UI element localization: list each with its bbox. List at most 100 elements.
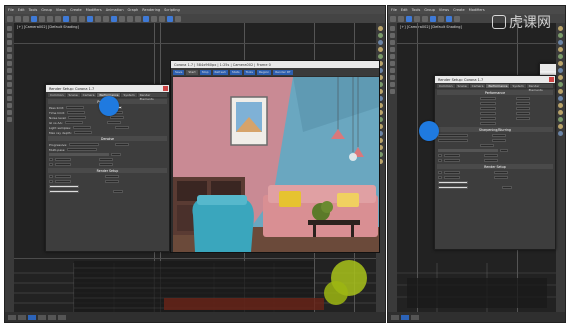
tool-icon[interactable] [558, 68, 563, 73]
browse-button[interactable] [111, 152, 121, 157]
number-field[interactable] [494, 170, 508, 175]
number-field[interactable] [516, 101, 530, 106]
section-header[interactable]: Sharpening/Blurring [437, 127, 553, 132]
select-icon[interactable] [406, 15, 412, 22]
menu-item[interactable]: Group [41, 8, 52, 12]
tool-icon[interactable] [390, 54, 395, 59]
checkbox[interactable] [438, 158, 442, 163]
tool-icon[interactable] [151, 15, 157, 22]
vfb-button[interactable]: Stop [199, 69, 211, 75]
number-field[interactable] [64, 120, 83, 125]
number-field[interactable] [444, 153, 460, 158]
tool-icon[interactable] [390, 89, 395, 94]
tab-scene[interactable]: Scene [66, 93, 80, 97]
vfb-button[interactable]: Render RT [273, 69, 293, 75]
number-field[interactable] [492, 138, 506, 143]
number-field[interactable] [516, 106, 530, 111]
number-field[interactable] [480, 143, 494, 148]
close-icon[interactable] [549, 77, 554, 82]
number-field[interactable] [480, 96, 496, 101]
render-setup-icon[interactable] [446, 15, 452, 22]
tool-icon[interactable] [7, 103, 12, 108]
number-field[interactable] [444, 175, 460, 180]
checkbox[interactable] [49, 179, 53, 184]
tool-icon[interactable] [390, 26, 395, 31]
rotate-icon[interactable] [47, 15, 53, 22]
menu-item[interactable]: Modifiers [86, 8, 102, 12]
number-field[interactable] [55, 157, 71, 162]
dropdown[interactable] [67, 147, 98, 152]
render-frame-icon[interactable] [119, 15, 125, 22]
status-button[interactable] [18, 314, 26, 320]
vfb-button[interactable]: Refresh [212, 69, 228, 75]
tool-icon[interactable] [558, 82, 563, 87]
tab-performance[interactable]: Performance [486, 84, 510, 88]
link-icon[interactable] [23, 15, 29, 22]
number-field[interactable] [480, 106, 496, 111]
tool-icon[interactable] [378, 26, 383, 31]
tool-icon[interactable] [390, 82, 395, 87]
status-button[interactable] [48, 314, 56, 320]
tool-icon[interactable] [7, 75, 12, 80]
mirror-icon[interactable] [71, 15, 77, 22]
dropdown[interactable] [49, 189, 79, 194]
menu-item[interactable]: Rendering [142, 8, 160, 12]
snap-icon[interactable] [63, 15, 69, 22]
status-button[interactable] [401, 314, 409, 320]
mirror-icon[interactable] [438, 15, 444, 22]
tool-icon[interactable] [558, 124, 563, 129]
tool-icon[interactable] [175, 15, 181, 22]
menu-item[interactable]: File [391, 8, 397, 12]
tab-render-elements[interactable]: Render Elements [526, 84, 553, 92]
tab-system[interactable]: System [510, 84, 526, 88]
material-editor-icon[interactable] [103, 15, 109, 22]
close-icon[interactable] [163, 86, 168, 91]
number-field[interactable] [106, 120, 121, 125]
tool-icon[interactable] [558, 89, 563, 94]
number-field[interactable] [484, 153, 498, 158]
tool-icon[interactable] [558, 110, 563, 115]
checkbox[interactable] [49, 157, 53, 162]
tool-icon[interactable] [378, 40, 383, 45]
vfb-button[interactable]: Region [256, 69, 272, 75]
button[interactable] [502, 185, 512, 190]
tool-icon[interactable] [7, 96, 12, 101]
number-field[interactable] [66, 110, 85, 115]
align-icon[interactable] [79, 15, 85, 22]
tool-icon[interactable] [167, 15, 173, 22]
number-field[interactable] [480, 101, 496, 106]
number-field[interactable] [72, 125, 91, 130]
render-setup-dialog-right[interactable]: Render Setup: Corona 1.7 Common Scene Ca… [434, 75, 556, 250]
redo-icon[interactable] [15, 15, 21, 22]
status-button[interactable] [38, 314, 46, 320]
number-field[interactable] [444, 170, 460, 175]
tool-icon[interactable] [558, 103, 563, 108]
tool-icon[interactable] [7, 89, 12, 94]
number-field[interactable] [55, 174, 71, 179]
tool-icon[interactable] [558, 47, 563, 52]
status-button[interactable] [391, 314, 399, 320]
corona-icon[interactable] [143, 15, 149, 22]
tool-icon[interactable] [558, 75, 563, 80]
status-button[interactable] [8, 314, 16, 320]
section-header[interactable]: Denoise [48, 136, 167, 141]
tool-icon[interactable] [7, 110, 12, 115]
dropdown[interactable] [49, 184, 79, 189]
number-field[interactable] [492, 133, 506, 138]
menu-item[interactable]: Edit [401, 8, 408, 12]
select-icon[interactable] [31, 15, 37, 22]
tab-system[interactable]: System [121, 93, 137, 97]
menu-item[interactable]: Tools [412, 8, 421, 12]
tool-icon[interactable] [7, 26, 12, 31]
number-field[interactable] [484, 158, 498, 163]
tool-icon[interactable] [378, 33, 383, 38]
render-setup-icon[interactable] [111, 15, 117, 22]
frame-buffer-window[interactable]: Corona 1.7 | 584x960px | 1:25s | Camera0… [170, 60, 380, 253]
tool-icon[interactable] [378, 47, 383, 52]
tool-icon[interactable] [7, 33, 12, 38]
number-field[interactable] [480, 121, 496, 126]
tool-icon[interactable] [390, 47, 395, 52]
number-field[interactable] [99, 157, 113, 162]
tool-icon[interactable] [558, 117, 563, 122]
checkbox[interactable] [438, 175, 442, 180]
